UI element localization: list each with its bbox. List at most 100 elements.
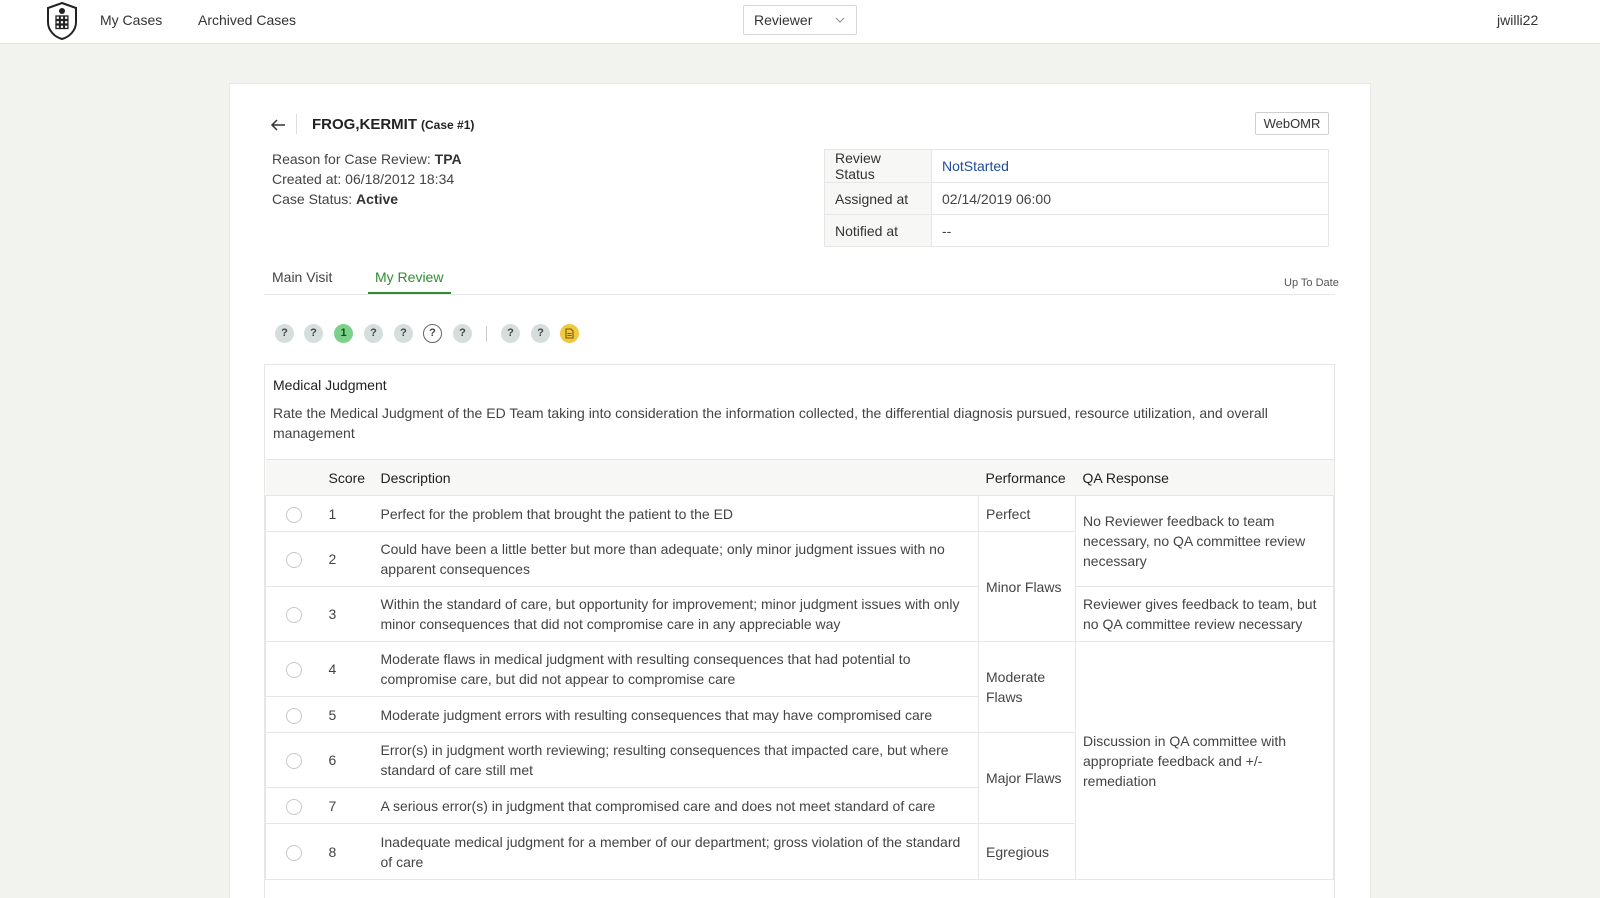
rubric-header-row: Score Description Performance QA Respons…: [265, 459, 1334, 496]
assigned-at-label: Assigned at: [824, 182, 932, 215]
score-value: 2: [321, 531, 374, 587]
active-tab-indicator: [368, 292, 451, 294]
question-dot[interactable]: ?: [364, 324, 383, 343]
score-description: Moderate judgment errors with resulting …: [373, 696, 979, 733]
performance-label: Perfect: [978, 495, 1076, 532]
qa-response: No Reviewer feedback to team necessary, …: [1075, 495, 1334, 587]
score-description: Moderate flaws in medical judgment with …: [373, 641, 979, 697]
description-column-header: Description: [373, 459, 979, 496]
tab-main-visit[interactable]: Main Visit: [272, 269, 332, 285]
scoring-rubric-table: Score Description Performance QA Respons…: [265, 459, 1334, 880]
radio-cell: [265, 823, 322, 880]
question-title: Medical Judgment: [273, 377, 387, 393]
review-status-value: NotStarted: [931, 149, 1329, 183]
score-value: 6: [321, 732, 374, 788]
question-dot-answered[interactable]: 1: [334, 324, 353, 343]
header-divider: [296, 114, 297, 134]
question-dot[interactable]: ?: [304, 324, 323, 343]
performance-label: Minor Flaws: [978, 531, 1076, 642]
reason-for-review: Reason for Case Review: TPA: [272, 151, 462, 167]
radio-cell: [265, 641, 322, 697]
case-status-value: Active: [356, 191, 399, 207]
qa-response-column-header: QA Response: [1075, 459, 1334, 496]
chevron-down-icon: [835, 17, 845, 23]
notified-at-label: Notified at: [824, 214, 932, 247]
radio-cell: [265, 495, 322, 532]
score-value: 4: [321, 641, 374, 697]
back-arrow-icon[interactable]: [269, 116, 287, 134]
performance-column-header: Performance: [978, 459, 1076, 496]
score-radio[interactable]: [285, 798, 302, 815]
score-description: A serious error(s) in judgment that comp…: [373, 787, 979, 824]
role-select-value: Reviewer: [754, 12, 813, 28]
question-panel: Medical Judgment Rate the Medical Judgme…: [264, 364, 1335, 898]
question-dot[interactable]: ?: [453, 324, 472, 343]
table-row: 3 Within the standard of care, but oppor…: [265, 586, 1334, 642]
score-value: 7: [321, 787, 374, 824]
assigned-at-row: Assigned at 02/14/2019 06:00: [824, 182, 1329, 215]
score-radio[interactable]: [285, 552, 302, 569]
score-value: 1: [321, 495, 374, 532]
score-column-header: Score: [321, 459, 374, 496]
assigned-at-value: 02/14/2019 06:00: [931, 182, 1329, 215]
patient-name: FROG,KERMIT (Case #1): [312, 116, 474, 133]
case-number: (Case #1): [421, 118, 475, 132]
user-menu[interactable]: jwilli22: [1497, 12, 1538, 28]
radio-cell: [265, 696, 322, 733]
score-description: Could have been a little better but more…: [373, 531, 979, 587]
review-status-label: Review Status: [824, 149, 932, 183]
score-radio[interactable]: [285, 707, 302, 724]
table-row: 4 Moderate flaws in medical judgment wit…: [265, 641, 1334, 880]
review-status-row: Review Status NotStarted: [824, 149, 1329, 183]
score-radio[interactable]: [285, 506, 302, 523]
case-tabs: Main Visit My Review: [264, 264, 1335, 295]
score-radio[interactable]: [285, 662, 302, 679]
note-icon[interactable]: [560, 324, 579, 343]
sync-status: Up To Date: [1284, 277, 1339, 289]
notified-at-row: Notified at --: [824, 214, 1329, 247]
score-description: Inadequate medical judgment for a member…: [373, 823, 979, 880]
reason-value: TPA: [434, 151, 462, 167]
performance-label: Major Flaws: [978, 732, 1076, 824]
shield-logo-icon[interactable]: [46, 2, 78, 40]
radio-cell: [265, 531, 322, 587]
score-value: 8: [321, 823, 374, 880]
radio-cell: [265, 787, 322, 824]
nav-my-cases[interactable]: My Cases: [100, 12, 162, 28]
score-value: 5: [321, 696, 374, 733]
role-select[interactable]: Reviewer: [743, 5, 857, 35]
score-radio[interactable]: [285, 753, 302, 770]
radio-column-header: [265, 459, 322, 496]
score-description: Error(s) in judgment worth reviewing; re…: [373, 732, 979, 788]
tab-my-review[interactable]: My Review: [375, 269, 443, 285]
note-icon-glyph: [565, 328, 574, 339]
question-description: Rate the Medical Judgment of the ED Team…: [273, 405, 1268, 441]
question-dot[interactable]: ?: [531, 324, 550, 343]
score-description: Perfect for the problem that brought the…: [373, 495, 979, 532]
performance-label: Moderate Flaws: [978, 641, 1076, 733]
case-status-label: Case Status:: [272, 191, 357, 207]
question-dot[interactable]: ?: [501, 324, 520, 343]
score-description: Within the standard of care, but opportu…: [373, 586, 979, 642]
radio-cell: [265, 732, 322, 788]
created-at: Created at: 06/18/2012 18:34: [272, 171, 455, 187]
patient-name-text: FROG,KERMIT: [312, 116, 417, 133]
webomr-button[interactable]: WebOMR: [1255, 112, 1329, 135]
question-dot-current[interactable]: ?: [423, 324, 442, 343]
performance-label: Egregious: [978, 823, 1076, 880]
question-dot[interactable]: ?: [275, 324, 294, 343]
qa-response: Discussion in QA committee with appropri…: [1075, 641, 1334, 880]
review-status-table: Review Status NotStarted Assigned at 02/…: [824, 149, 1329, 247]
case-status: Case Status: Active: [272, 191, 398, 207]
case-card: FROG,KERMIT (Case #1) WebOMR Reason for C…: [229, 83, 1371, 898]
question-nav-divider: [486, 326, 487, 342]
score-value: 3: [321, 586, 374, 642]
qa-response: Reviewer gives feedback to team, but no …: [1075, 586, 1334, 642]
score-radio[interactable]: [285, 844, 302, 861]
table-row: 1 Perfect for the problem that brought t…: [265, 495, 1334, 587]
score-radio[interactable]: [285, 607, 302, 624]
radio-cell: [265, 586, 322, 642]
reason-label: Reason for Case Review:: [272, 151, 435, 167]
question-dot[interactable]: ?: [394, 324, 413, 343]
nav-archived-cases[interactable]: Archived Cases: [198, 12, 296, 28]
